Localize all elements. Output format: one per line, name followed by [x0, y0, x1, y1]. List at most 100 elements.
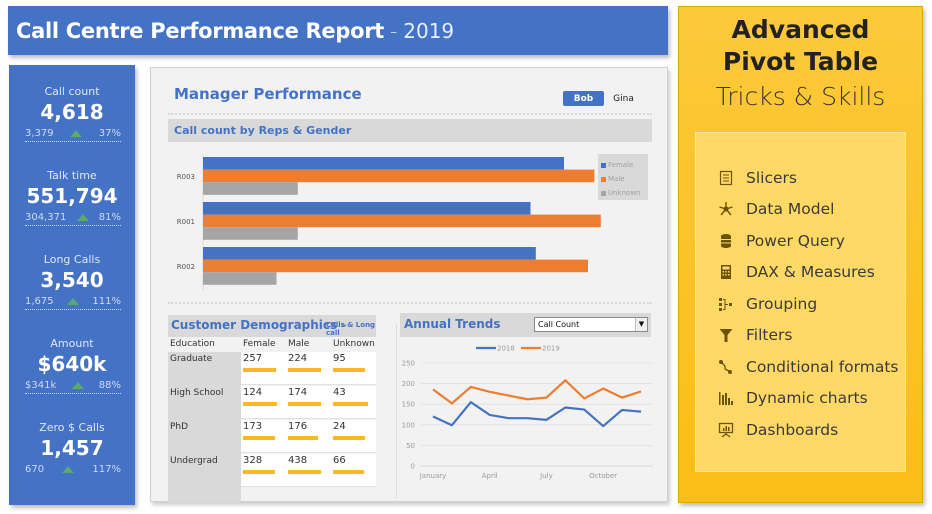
kpi-call-count: Call count 4,618 3,379 37% — [9, 85, 135, 142]
report-year: 2019 — [403, 18, 455, 43]
data-bar — [243, 368, 276, 372]
column-header: Unknown — [333, 339, 375, 349]
feature-item-slicers: Slicers — [718, 168, 797, 188]
kpi-comparison: 3,379 37% — [25, 128, 121, 142]
kpi-previous: 3,379 — [25, 128, 54, 139]
legend-swatch — [601, 162, 606, 168]
promo-subheading: Tricks & Skills — [715, 82, 886, 111]
y-tick-label: 0 — [411, 463, 415, 471]
data-bar — [333, 368, 365, 372]
data-bar — [243, 402, 277, 406]
kpi-change: 37% — [98, 128, 121, 139]
table-cell: 328 — [243, 455, 263, 466]
bar-female-r002 — [203, 247, 536, 260]
column-header: Male — [288, 339, 310, 349]
row-label: PhD — [170, 422, 189, 432]
annual-trends-line-chart: 0 50 100 150 200 250 January April July October 20… — [402, 345, 653, 480]
kpi-label: Amount — [50, 337, 94, 350]
legend-swatch — [601, 176, 606, 182]
table-cell: 176 — [288, 421, 308, 432]
data-bar — [288, 368, 321, 372]
table-cell: 173 — [243, 421, 263, 432]
table-cell: 43 — [333, 387, 346, 398]
annual-trends-title: Annual Trends — [404, 317, 501, 331]
table-cell: 124 — [243, 387, 263, 398]
slicer-icon — [719, 170, 733, 186]
report-title-bar: Call Centre Performance Report - 2019 — [8, 6, 668, 55]
kpi-value: 3,540 — [40, 268, 104, 292]
trend-up-icon — [67, 298, 80, 305]
data-bar — [243, 436, 275, 440]
divider — [168, 302, 652, 304]
bar-male-r002 — [203, 259, 588, 273]
column-header: Female — [243, 339, 276, 349]
bar-chart-reps-gender: R003 R001 R002 — [177, 154, 601, 290]
bar-female-r003 — [203, 157, 565, 170]
promo-heading-line1: Advanced — [731, 15, 870, 44]
feature-item-grouping: Grouping — [718, 294, 817, 314]
feature-item-dynamic-charts: Dynamic charts — [718, 388, 868, 408]
section-header: Call count by Reps & Gender — [168, 119, 652, 142]
kpi-comparison: 304,371 81% — [25, 212, 121, 226]
kpi-label: Call count — [44, 85, 100, 98]
kpi-value: 551,794 — [26, 184, 118, 208]
kpi-previous: 304,371 — [25, 212, 67, 223]
data-bar — [288, 436, 318, 440]
kpi-label: Zero $ Calls — [39, 421, 105, 434]
table-cell: 257 — [243, 353, 263, 364]
feature-item-dashboards: Dashboards — [718, 420, 838, 440]
feature-list: Slicers Data Model Power Query DAX & Mea… — [695, 132, 906, 472]
kpi-change: 81% — [98, 212, 121, 223]
calculator-icon — [721, 265, 731, 279]
table-cell: 95 — [333, 353, 346, 364]
bar-chart-icon — [719, 392, 733, 405]
kpi-value: $640k — [37, 352, 107, 376]
conditional-format-icon — [719, 360, 732, 374]
table-cell: 66 — [333, 455, 346, 466]
data-bar — [288, 470, 321, 474]
kpi-value: 4,618 — [40, 100, 104, 124]
data-bar — [333, 402, 368, 406]
x-tick-label: April — [482, 472, 498, 480]
table-cell: 174 — [288, 387, 308, 398]
bar-male-r003 — [203, 169, 595, 183]
slicer-item-gina[interactable]: Gina — [606, 91, 641, 106]
kpi-change: 88% — [98, 380, 121, 391]
table-cell: 24 — [333, 421, 346, 432]
row-label: Graduate — [170, 354, 213, 364]
report-title: Call Centre Performance Report — [16, 18, 385, 43]
demographics-subtitle: Calls & Long call — [326, 321, 376, 337]
kpi-label: Talk time — [47, 169, 97, 182]
category-label: R002 — [177, 263, 195, 271]
kpi-zero-dollar-calls: Zero $ Calls 1,457 670 117% — [9, 421, 135, 477]
row-label: Undergrad — [170, 456, 218, 466]
demographics-title: Customer Demographics - — [171, 318, 347, 332]
kpi-comparison: 1,675 111% — [25, 296, 121, 310]
legend-label-2018: 2018 — [497, 345, 515, 353]
x-tick-label: July — [539, 472, 553, 480]
y-tick-label: 150 — [402, 401, 415, 409]
dropdown-value: Call Count — [538, 320, 580, 329]
kpi-label: Long Calls — [43, 253, 101, 266]
y-tick-label: 200 — [402, 380, 415, 388]
slicer-item-bob[interactable]: Bob — [563, 91, 604, 106]
dashboard-panel: Manager Performance Bob Gina Call count … — [150, 67, 668, 502]
table-cell: 224 — [288, 353, 308, 364]
feature-item-dax: DAX & Measures — [718, 262, 875, 282]
manager-performance-title: Manager Performance — [174, 85, 362, 103]
trend-up-icon — [62, 466, 75, 473]
title-separator: - — [390, 18, 398, 43]
kpi-previous: 1,675 — [25, 296, 54, 307]
row-label: High School — [170, 388, 224, 398]
category-label: R001 — [177, 218, 195, 226]
category-label: R003 — [177, 173, 195, 181]
legend-item-male: Male — [601, 172, 648, 186]
chevron-down-icon[interactable]: ▼ — [635, 318, 647, 331]
dashboard-icon — [718, 422, 734, 438]
promo-heading-line2: Pivot Table — [722, 47, 879, 76]
bar-female-r001 — [203, 202, 531, 215]
legend-item-female: Female — [601, 158, 648, 172]
metric-dropdown[interactable]: Call Count ▼ — [534, 317, 648, 332]
bar-unknown-r003 — [203, 182, 298, 195]
grouping-icon — [719, 298, 732, 311]
